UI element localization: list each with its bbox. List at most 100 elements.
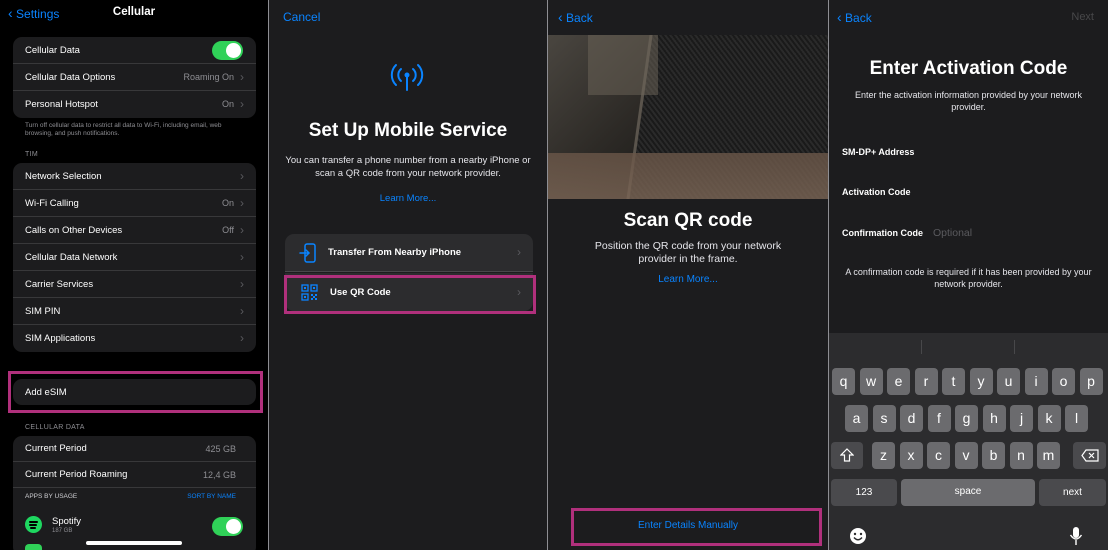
page-title: Enter Activation Code [869, 58, 1068, 79]
key-z[interactable]: z [872, 442, 895, 469]
row-calls-other-devices[interactable]: Calls on Other Devices Off › [13, 217, 256, 244]
chevron-right-icon: › [240, 169, 244, 183]
carrier-group: Network Selection › Wi-Fi Calling On › Call… [13, 163, 256, 352]
chevron-right-icon: › [240, 304, 244, 318]
delete-key[interactable] [1073, 442, 1106, 469]
row-label: Cellular Data Options [25, 72, 116, 83]
app-size: 187 GB [52, 528, 73, 534]
row-cellular-data-network[interactable]: Cellular Data Network › [13, 244, 256, 271]
key-f[interactable]: f [927, 405, 951, 432]
activation-code-field[interactable] [924, 181, 1094, 203]
key-k[interactable]: k [1037, 405, 1061, 432]
cellular-data-header: CELLULAR DATA [25, 424, 85, 431]
row-sim-applications[interactable]: SIM Applications › [13, 325, 256, 352]
activation-code-panel: ‹ Back Next Enter Activation Code Enter … [829, 0, 1108, 550]
key-c[interactable]: c [927, 442, 950, 469]
row-cellular-data[interactable]: Cellular Data [13, 37, 256, 64]
next-button[interactable]: Next [1071, 11, 1094, 23]
activation-code-label: Activation Code [842, 187, 911, 197]
key-g[interactable]: g [955, 405, 978, 432]
key-u[interactable]: u [997, 368, 1020, 395]
key-w[interactable]: w [859, 368, 883, 395]
key-s[interactable]: s [872, 405, 896, 432]
carrier-header: TIM [25, 151, 38, 158]
cellular-top-group: Cellular Data Cellular Data Options Roam… [13, 37, 256, 118]
back-button[interactable]: ‹ Back [837, 9, 872, 25]
key-y[interactable]: y [969, 368, 993, 395]
key-v[interactable]: v [954, 442, 978, 469]
smdp-address-label: SM-DP+ Address [842, 147, 915, 157]
key-t[interactable]: t [942, 368, 965, 395]
row-label: Personal Hotspot [25, 99, 98, 110]
key-n[interactable]: n [1009, 442, 1033, 469]
key-j[interactable]: j [1010, 405, 1033, 432]
chevron-right-icon: › [240, 331, 244, 345]
page-title: Cellular [112, 6, 156, 18]
usage-group: Current Period 425 GB Current Period Roam… [13, 436, 256, 550]
key-m[interactable]: m [1037, 442, 1060, 469]
add-esim-highlight [8, 371, 263, 413]
chevron-right-icon: › [240, 250, 244, 264]
back-label: Back [845, 11, 872, 25]
cellular-data-toggle[interactable] [212, 41, 243, 60]
row-value: Roaming On [183, 72, 234, 82]
row-label: Cellular Data Network [25, 252, 118, 263]
row-value: 12,4 GB [202, 470, 236, 480]
app-icon [25, 544, 42, 550]
key-a[interactable]: a [845, 405, 868, 432]
learn-more-link[interactable]: Learn More... [548, 274, 828, 285]
key-o[interactable]: o [1052, 368, 1075, 395]
row-network-selection[interactable]: Network Selection › [13, 163, 256, 190]
row-label: Cellular Data [25, 45, 80, 56]
page-subtitle: Position the QR code from your network p… [594, 240, 782, 265]
emoji-icon[interactable] [849, 527, 867, 545]
key-b[interactable]: b [982, 442, 1005, 469]
numbers-key[interactable]: 123 [831, 479, 897, 506]
space-key[interactable]: space [901, 479, 1035, 506]
key-p[interactable]: p [1079, 368, 1103, 395]
row-wifi-calling[interactable]: Wi-Fi Calling On › [13, 190, 256, 217]
suggestion-divider [1014, 340, 1015, 354]
spotify-toggle[interactable] [212, 517, 243, 536]
row-label: Calls on Other Devices [25, 225, 123, 236]
next-key[interactable]: next [1039, 479, 1106, 506]
microphone-icon[interactable] [1069, 526, 1083, 546]
key-l[interactable]: l [1065, 405, 1088, 432]
sort-by-name-button[interactable]: SORT BY NAME [187, 493, 236, 500]
shift-key[interactable] [831, 442, 863, 469]
row-sim-pin[interactable]: SIM PIN › [13, 298, 256, 325]
backspace-icon [1080, 449, 1099, 462]
spotify-icon [25, 516, 42, 533]
row-current-period-roaming: Current Period Roaming 12,4 GB [13, 462, 256, 488]
row-label: Carrier Services [25, 279, 94, 290]
key-x[interactable]: x [899, 442, 923, 469]
back-button[interactable]: ‹ Back [558, 9, 593, 25]
row-personal-hotspot[interactable]: Personal Hotspot On › [13, 91, 256, 118]
cancel-button[interactable]: Cancel [283, 10, 320, 24]
transfer-from-iphone-option[interactable]: Transfer From Nearby iPhone › [285, 234, 533, 272]
learn-more-link[interactable]: Learn More... [269, 193, 547, 204]
suggestion-divider [921, 340, 922, 354]
confirmation-note: A confirmation code is required if it ha… [845, 267, 1092, 289]
key-h[interactable]: h [982, 405, 1006, 432]
chevron-right-icon: › [517, 245, 521, 259]
row-value: On [221, 198, 234, 208]
confirmation-code-label: Confirmation Code [842, 228, 923, 238]
row-value: Off [222, 225, 234, 235]
key-d[interactable]: d [900, 405, 923, 432]
row-carrier-services[interactable]: Carrier Services › [13, 271, 256, 298]
row-label: Current Period [25, 443, 87, 454]
page-title: Scan QR code [623, 210, 753, 231]
row-current-period: Current Period 425 GB [13, 436, 256, 462]
key-i[interactable]: i [1024, 368, 1048, 395]
page-subtitle: You can transfer a phone number from a n… [285, 155, 531, 179]
row-cellular-data-options[interactable]: Cellular Data Options Roaming On › [13, 64, 256, 91]
confirmation-code-field[interactable]: Optional [933, 227, 972, 239]
antenna-signal-icon [390, 64, 424, 91]
key-q[interactable]: q [832, 368, 855, 395]
row-label: Current Period Roaming [25, 469, 128, 480]
key-e[interactable]: e [887, 368, 910, 395]
enter-manually-highlight [571, 508, 822, 546]
key-r[interactable]: r [914, 368, 938, 395]
smdp-address-field[interactable] [924, 141, 1094, 163]
